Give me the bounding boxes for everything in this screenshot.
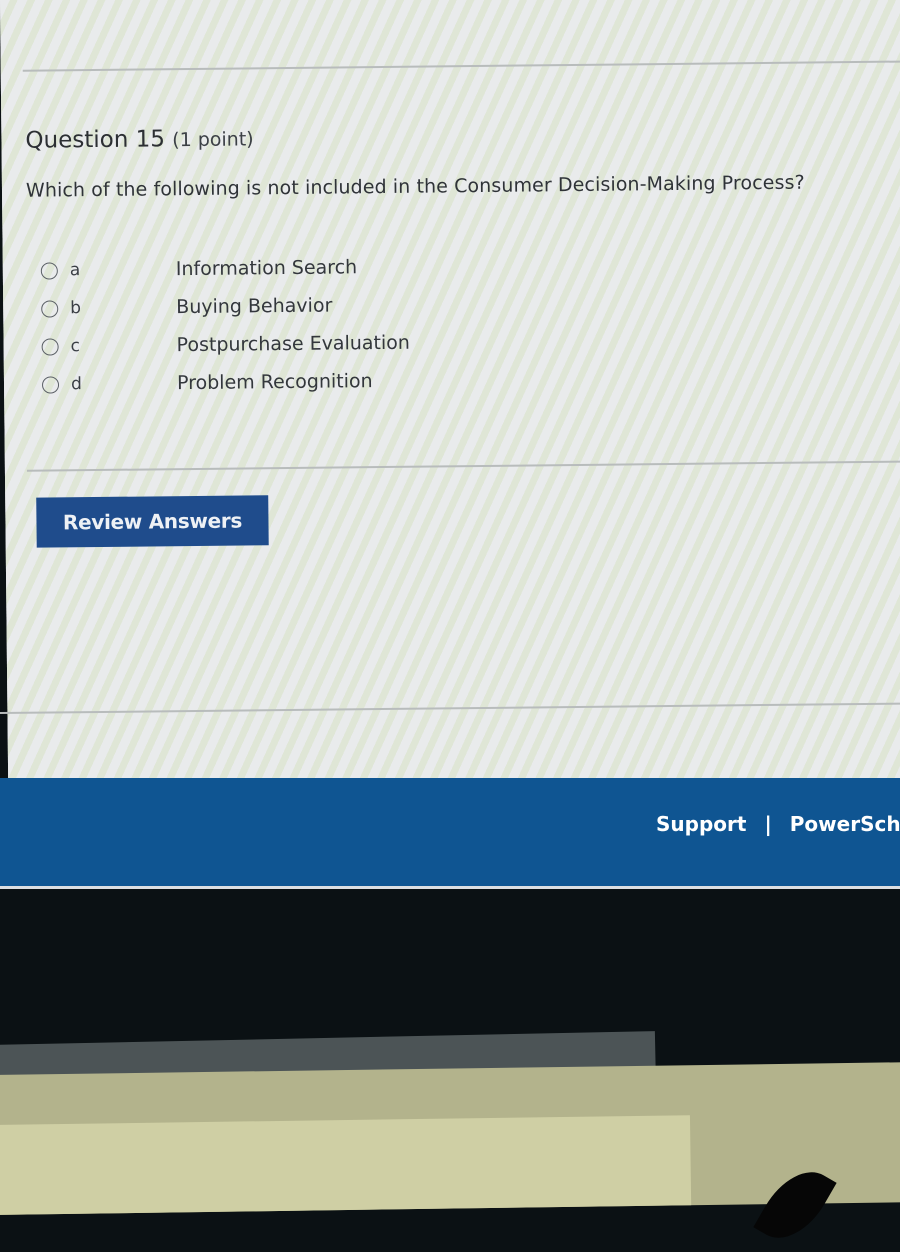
option-b[interactable]: b Buying Behavior bbox=[41, 286, 410, 328]
footer-links: Support | PowerSch bbox=[656, 812, 900, 836]
question-label: Question 15 bbox=[25, 126, 166, 154]
option-a[interactable]: a Information Search bbox=[40, 248, 410, 290]
option-text[interactable]: Postpurchase Evaluation bbox=[177, 332, 410, 356]
option-letter: b bbox=[70, 298, 82, 319]
footer-separator: | bbox=[764, 812, 772, 836]
option-text[interactable]: Information Search bbox=[176, 256, 358, 280]
option-d[interactable]: d Problem Recognition bbox=[41, 362, 411, 404]
bottom-divider bbox=[0, 702, 900, 715]
review-answers-button[interactable]: Review Answers bbox=[36, 495, 269, 548]
support-link[interactable]: Support bbox=[656, 812, 746, 836]
radio-button-icon[interactable] bbox=[41, 375, 60, 394]
option-letter: d bbox=[70, 374, 82, 395]
option-letter: a bbox=[69, 260, 81, 281]
radio-button-icon[interactable] bbox=[41, 299, 59, 318]
option-letter: c bbox=[70, 336, 81, 357]
middle-divider bbox=[26, 460, 900, 472]
powerschool-link[interactable]: PowerSch bbox=[790, 812, 900, 836]
answer-options: a Information Search b Buying Behavior c… bbox=[40, 248, 411, 404]
browser-screen: Question 15 (1 point) Which of the follo… bbox=[0, 0, 900, 880]
question-points: (1 point) bbox=[172, 128, 254, 152]
option-text[interactable]: Problem Recognition bbox=[177, 370, 373, 394]
option-c[interactable]: c Postpurchase Evaluation bbox=[41, 324, 410, 366]
top-divider bbox=[22, 60, 900, 72]
radio-button-icon[interactable] bbox=[40, 261, 58, 280]
question-text: Which of the following is not included i… bbox=[25, 171, 805, 202]
radio-button-icon[interactable] bbox=[41, 337, 59, 356]
question-heading: Question 15 (1 point) bbox=[25, 125, 253, 153]
option-text[interactable]: Buying Behavior bbox=[176, 295, 332, 319]
paper-front bbox=[0, 1115, 692, 1215]
